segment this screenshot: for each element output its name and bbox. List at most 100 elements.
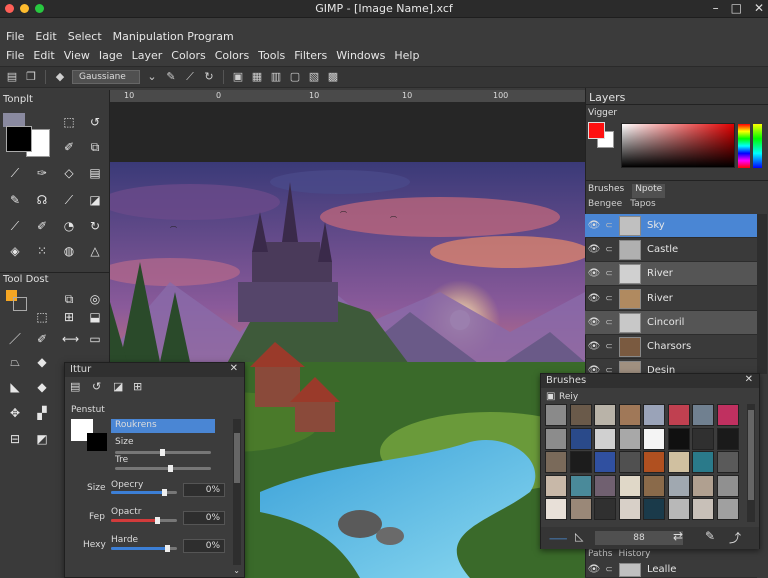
maximize-icon[interactable]: □ [731,1,742,15]
shear-icon[interactable]: ◪ [88,193,102,207]
brush-tile[interactable] [618,451,641,473]
bg-swatch-small[interactable] [13,297,27,311]
crop-icon[interactable]: ⧉ [88,140,102,154]
menu-tools[interactable]: Tools [258,49,285,62]
sphere-icon[interactable]: ◍ [62,244,76,258]
tab-bengee[interactable]: Bengee [588,199,622,213]
brush-tile[interactable] [569,427,592,450]
brush-tile[interactable] [569,498,592,520]
layers-scrollbar[interactable] [757,214,767,374]
brush-spacing-field[interactable]: 88 [595,531,683,545]
clone-icon[interactable]: ✐ [35,219,49,233]
chain-icon[interactable]: ⊂ [603,342,615,352]
brush-tile[interactable] [545,451,567,473]
opacity-slider-knob[interactable] [161,489,167,496]
menu-file[interactable]: File [6,49,24,62]
brush-tile[interactable] [667,451,690,473]
chain-icon[interactable]: ⊂ [603,565,615,575]
alpha-slider[interactable] [753,124,762,168]
brush-tile[interactable] [618,474,641,497]
size-slider-knob[interactable] [160,449,165,456]
brush-tile[interactable] [618,498,641,520]
brush-tile[interactable] [643,474,665,497]
grid-icon[interactable]: ▩ [326,70,340,84]
opacity2-value[interactable]: 0% [183,511,225,525]
document-icon[interactable]: ▦ [250,70,264,84]
layer-row[interactable]: 👁 ⊂ River [585,287,757,311]
brush-tile[interactable] [716,427,739,450]
mode-dropdown[interactable]: Roukrens [111,419,215,433]
pencil-tool-icon[interactable]: ✎ [8,193,22,207]
chain-icon[interactable]: ⊂ [603,245,615,255]
lasso-icon[interactable]: ↺ [88,115,102,129]
smudge-icon[interactable]: ⟋ [62,193,76,207]
duplicate-brush-icon[interactable]: ◺ [575,530,583,543]
brush-tile[interactable] [692,427,714,450]
chain-icon[interactable]: ⊂ [603,269,615,279]
handle-icon[interactable]: ⊟ [8,432,22,446]
drop-icon[interactable]: ◆ [35,355,49,369]
menu-edit[interactable]: Edit [33,49,54,62]
warning-icon[interactable]: △ [88,244,102,258]
menu-edit-top[interactable]: Edit [35,30,56,43]
menu-filters[interactable]: Filters [294,49,327,62]
brush-tile[interactable] [667,404,690,426]
bucket-icon[interactable]: ◈ [8,244,22,258]
pen-icon[interactable]: ⟋ [8,166,22,180]
history-row[interactable]: 👁 ⊂ Lealle [585,562,757,578]
brush-preview-bg[interactable] [87,433,107,451]
export-icon[interactable]: ▧ [307,70,321,84]
foreground-select-icon[interactable]: ◩ [35,432,49,446]
tab-tapos[interactable]: Tapos [630,199,655,213]
color-fg-swatch[interactable] [588,122,605,139]
perspective-icon[interactable]: ⏢ [8,355,22,369]
hardness-slider-knob[interactable] [165,545,171,552]
brush-tile[interactable] [643,498,665,520]
refresh-icon[interactable]: ⇄ [673,529,683,543]
blur-icon[interactable]: ⁙ [35,244,49,258]
opacity2-slider-knob[interactable] [155,517,161,524]
layer-row[interactable]: 👁 ⊂ Charsors [585,335,757,359]
brush-tile[interactable] [569,404,592,426]
move-icon[interactable]: ⧉ [62,292,76,306]
rect-select-icon[interactable]: ⬚ [62,115,76,129]
cage-icon[interactable]: ▭ [88,332,102,346]
brush-tile[interactable] [692,474,714,497]
close-icon[interactable]: ✕ [745,374,753,385]
restore-options-icon[interactable]: ↺ [92,380,101,393]
brush-tile[interactable] [667,474,690,497]
brush-tile[interactable] [545,404,567,426]
save-options-icon[interactable]: ▤ [70,380,80,393]
layer-row[interactable]: 👁 ⊂ Castle [585,238,757,262]
paint-icon[interactable]: ✐ [35,332,49,346]
align-icon[interactable]: ⊞ [62,310,76,324]
menu-image[interactable]: Iage [99,49,123,62]
text-icon[interactable]: ⬚ [35,310,49,324]
brush-tile[interactable] [643,404,665,426]
menu-help[interactable]: Help [394,49,419,62]
chain-icon[interactable]: ⊂ [603,221,615,231]
brush-tile[interactable] [594,427,616,450]
edit-brush-icon[interactable]: ✎ [705,529,715,543]
eye-icon[interactable]: 👁 [585,341,603,352]
scrollbar-thumb[interactable] [234,433,240,483]
brush-tile[interactable] [569,474,592,497]
brush-icon[interactable]: ✐ [62,140,76,154]
hardness-value[interactable]: 0% [183,539,225,553]
eraser-icon[interactable]: ◇ [62,166,76,180]
brush-tile[interactable] [618,404,641,426]
brush-tile[interactable] [716,404,739,426]
tab-npote[interactable]: Npote [632,184,666,198]
eye-icon[interactable]: 👁 [585,564,603,575]
menu-select-top[interactable]: Select [68,30,102,43]
brush-tile[interactable] [594,404,616,426]
eye-icon[interactable]: 👁 [585,268,603,279]
brush-tile[interactable] [692,451,714,473]
rotate-icon[interactable]: ↻ [202,70,216,84]
brush-preset-icon[interactable]: ◆ [53,70,67,84]
menu-program-top[interactable]: Manipulation Program [113,30,234,43]
warp-icon[interactable]: ▞ [35,406,49,420]
tab-brushes[interactable]: Brushes [588,184,624,198]
brush-filter[interactable]: Reiy [559,392,578,402]
image-icon[interactable]: ▣ [231,70,245,84]
